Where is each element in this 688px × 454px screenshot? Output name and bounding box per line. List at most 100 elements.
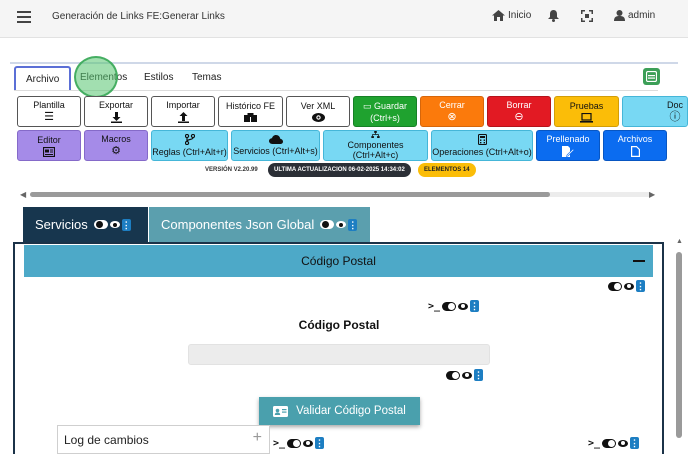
reglas-button[interactable]: Reglas (Ctrl+Alt+r) — [151, 130, 228, 161]
guardar-text: Guardar — [374, 100, 408, 111]
doc-button[interactable]: Doc ⓘ — [622, 96, 688, 127]
more-options-icon[interactable]: ⋮ — [636, 280, 645, 292]
nav-user-label: admin — [628, 10, 656, 21]
ver-xml-button[interactable]: Ver XML — [286, 96, 350, 127]
user-icon — [614, 10, 625, 21]
toolbar-horizontal-scrollbar[interactable]: ◀ ▶ — [18, 190, 660, 199]
file-icon — [630, 146, 640, 157]
elements-count-badge: ELEMENTOS 14 — [418, 163, 476, 177]
panel-toggle-icon[interactable] — [643, 68, 660, 85]
more-options-icon[interactable]: ⋮ — [121, 218, 131, 231]
toggle-icon[interactable] — [287, 438, 302, 448]
toggle-icon[interactable] — [93, 220, 108, 229]
borrar-button[interactable]: Borrar ⊖ — [487, 96, 551, 127]
codigo-postal-input[interactable] — [188, 344, 490, 365]
page-vertical-scrollbar[interactable]: ▲ — [674, 236, 684, 454]
tab-componentes-label: Componentes Json Global — [161, 217, 315, 232]
guardar-button[interactable]: ▭ Guardar (Ctrl+s) — [353, 96, 417, 127]
componentes-button[interactable]: Componentes (Ctrl+Alt+c) — [323, 130, 428, 161]
operaciones-button[interactable]: Operaciones (Ctrl+Alt+o) — [431, 130, 533, 161]
doc-label: Doc — [666, 100, 683, 110]
nav-home[interactable]: Inicio — [492, 10, 531, 21]
panel-header-title: Código Postal — [301, 254, 376, 268]
upload-icon — [177, 112, 189, 123]
nav-user[interactable]: admin — [614, 10, 655, 21]
input-controls: ⋮ — [446, 369, 483, 381]
toggle-icon[interactable] — [442, 301, 457, 311]
historico-fe-button[interactable]: Histórico FE — [218, 96, 283, 127]
cloud-icon — [268, 135, 283, 144]
version-text: VERSIÓN V2.20.99 — [205, 167, 258, 173]
terminal-icon[interactable]: >_ — [588, 438, 600, 449]
historico-fe-label: Histórico FE — [225, 100, 275, 111]
menu-icon: ☰ — [44, 111, 54, 123]
editor-label: Editor — [37, 134, 61, 145]
tab-componentes-json-global[interactable]: Componentes Json Global ⋮ — [149, 207, 370, 242]
close-circle-icon: ⊗ — [447, 111, 457, 123]
collapse-icon[interactable] — [633, 260, 645, 262]
eye-icon[interactable] — [458, 302, 469, 310]
top-bar: Generación de Links FE:Generar Links Ini… — [0, 0, 688, 38]
more-options-icon[interactable]: ⋮ — [470, 300, 480, 312]
prellenado-button[interactable]: Prellenado — [536, 130, 600, 161]
toggle-icon[interactable] — [446, 370, 460, 380]
tab-temas[interactable]: Temas — [182, 66, 231, 90]
vertical-scroll-thumb[interactable] — [676, 252, 682, 438]
expand-plus-icon[interactable]: + — [253, 429, 262, 447]
log-de-cambios[interactable]: Log de cambios + — [57, 425, 270, 454]
notifications-bell-icon[interactable] — [548, 10, 559, 22]
eye-icon[interactable] — [624, 282, 634, 290]
more-options-icon[interactable]: ⋮ — [474, 369, 483, 381]
scroll-up-icon[interactable]: ▲ — [676, 238, 683, 245]
toggle-icon[interactable] — [320, 220, 335, 229]
eye-icon[interactable] — [462, 371, 472, 379]
toggle-icon[interactable] — [602, 438, 617, 448]
bottom-left-controls: >_ ⋮ — [273, 437, 325, 449]
tab-elementos[interactable]: Elementos — [70, 66, 137, 90]
download-icon — [110, 112, 122, 123]
more-options-icon[interactable]: ⋮ — [630, 437, 640, 449]
gears-icon: ⚙ — [111, 145, 121, 157]
validar-codigo-postal-button[interactable]: Validar Código Postal — [259, 397, 420, 425]
scroll-left-icon[interactable]: ◀ — [20, 190, 26, 199]
tab-servicios-controls: ⋮ — [93, 218, 131, 231]
macros-button[interactable]: Macros ⚙ — [84, 130, 148, 161]
eye-icon[interactable] — [336, 221, 347, 228]
last-update-badge: ULTIMA ACTUALIZACION 06-02-2025 14:34:02 — [268, 163, 411, 177]
archivos-button[interactable]: Archivos — [603, 130, 667, 161]
codigo-postal-header[interactable]: Código Postal — [24, 245, 653, 277]
scroll-thumb[interactable] — [30, 192, 550, 197]
terminal-icon[interactable]: >_ — [273, 438, 285, 449]
toggle-icon[interactable] — [608, 281, 622, 291]
editor-button[interactable]: Editor — [17, 130, 81, 161]
tab-estilos[interactable]: Estilos — [134, 66, 183, 90]
servicios-label: Servicios (Ctrl+Alt+s) — [233, 146, 318, 156]
terminal-icon[interactable]: >_ — [428, 301, 440, 312]
pruebas-button[interactable]: Pruebas — [554, 96, 619, 127]
sitemap-icon — [371, 131, 380, 138]
macros-label: Macros — [101, 134, 131, 144]
bottom-right-controls: >_ ⋮ — [588, 437, 640, 449]
field-controls: >_ ⋮ — [428, 300, 480, 312]
scroll-right-icon[interactable]: ▶ — [649, 190, 655, 199]
plantilla-button[interactable]: Plantilla ☰ — [17, 96, 81, 127]
eye-icon[interactable] — [618, 439, 629, 447]
id-card-icon — [273, 405, 289, 417]
laptop-icon — [580, 112, 593, 123]
eye-icon[interactable] — [109, 221, 120, 228]
tab-servicios[interactable]: Servicios ⋮ — [23, 207, 148, 242]
plantilla-label: Plantilla — [33, 100, 65, 110]
more-options-icon[interactable]: ⋮ — [315, 437, 325, 449]
more-options-icon[interactable]: ⋮ — [348, 218, 358, 231]
eye-icon[interactable] — [303, 439, 314, 447]
importar-button[interactable]: Importar — [151, 96, 215, 127]
tab-archivo[interactable]: Archivo — [14, 66, 72, 90]
servicios-button[interactable]: Servicios (Ctrl+Alt+s) — [231, 130, 320, 161]
hamburger-menu-icon[interactable] — [17, 11, 31, 23]
fullscreen-icon[interactable] — [581, 10, 593, 22]
cerrar-button[interactable]: Cerrar ⊗ — [420, 96, 484, 127]
newspaper-icon — [43, 146, 55, 157]
exportar-button[interactable]: Exportar — [84, 96, 148, 127]
pruebas-label: Pruebas — [569, 100, 604, 111]
tab-componentes-controls: ⋮ — [320, 218, 358, 231]
